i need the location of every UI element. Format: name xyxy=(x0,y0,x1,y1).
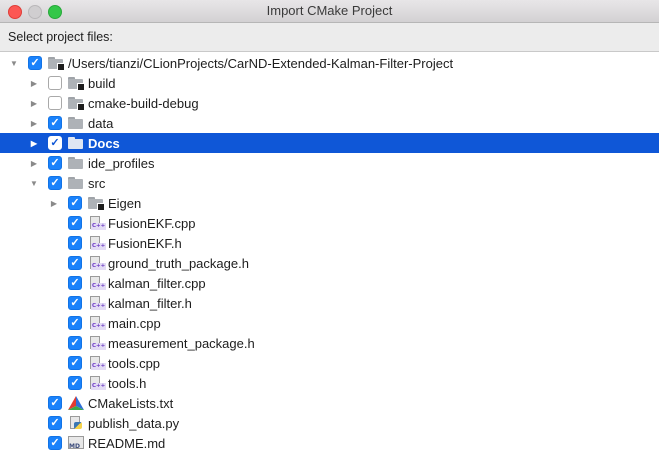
include-checkbox[interactable]: ✓ xyxy=(68,336,82,350)
expand-arrow-icon[interactable]: ▶ xyxy=(28,133,40,153)
include-checkbox[interactable]: ✓ xyxy=(48,176,62,190)
tree-item-label: kalman_filter.cpp xyxy=(108,275,206,291)
tree-item-label: build xyxy=(88,75,116,91)
tree-row[interactable]: ✓ C++ kalman_filter.h xyxy=(0,293,659,313)
expand-arrow-icon[interactable]: ▶ xyxy=(28,73,40,93)
cpp-file-icon: C++ xyxy=(88,216,107,230)
tree-row[interactable]: ▼ ✓ src xyxy=(0,173,659,193)
cpp-file-icon: C++ xyxy=(88,296,107,310)
include-checkbox[interactable]: ✓ xyxy=(68,256,82,270)
folder-linked-icon xyxy=(48,56,65,71)
include-checkbox[interactable]: ✓ xyxy=(48,116,62,130)
project-file-tree[interactable]: ▼ ✓ /Users/tianzi/CLionProjects/CarND-Exte… xyxy=(0,51,659,467)
tree-item-label: /Users/tianzi/CLionProjects/CarND-Extend… xyxy=(68,55,454,71)
folder-icon xyxy=(68,136,84,150)
tree-row[interactable]: ✓ C++ tools.h xyxy=(0,373,659,393)
include-checkbox[interactable]: ✓ xyxy=(68,376,82,390)
include-checkbox[interactable]: ✓ xyxy=(68,316,82,330)
tree-item-label: cmake-build-debug xyxy=(88,95,199,111)
expand-arrow-icon[interactable]: ▶ xyxy=(28,153,40,173)
tree-row[interactable]: ✓ C++ FusionEKF.cpp xyxy=(0,213,659,233)
include-checkbox[interactable]: ✓ xyxy=(68,356,82,370)
tree-item-label: FusionEKF.cpp xyxy=(108,215,196,231)
tree-row[interactable]: ✓ C++ tools.cpp xyxy=(0,353,659,373)
tree-item-label: CMakeLists.txt xyxy=(88,395,174,411)
include-checkbox[interactable]: ✓ xyxy=(68,196,82,210)
tree-row[interactable]: ✓ C++ ground_truth_package.h xyxy=(0,253,659,273)
cmake-icon xyxy=(68,396,84,410)
include-checkbox[interactable]: ✓ xyxy=(28,56,42,70)
tree-row[interactable]: ▼ ✓ /Users/tianzi/CLionProjects/CarND-Exte… xyxy=(0,53,659,73)
tree-row[interactable]: ✓ publish_data.py xyxy=(0,413,659,433)
cpp-file-icon: C++ xyxy=(88,236,107,250)
tree-row[interactable]: ✓ CMakeLists.txt xyxy=(0,393,659,413)
include-checkbox[interactable]: ✓ xyxy=(68,236,82,250)
folder-linked-icon xyxy=(68,76,85,91)
cpp-file-icon: C++ xyxy=(88,256,107,270)
tree-row[interactable]: ▶ ✓ data xyxy=(0,113,659,133)
tree-row[interactable]: ✓ C++ measurement_package.h xyxy=(0,333,659,353)
tree-item-label: ide_profiles xyxy=(88,155,155,171)
tree-row[interactable]: ✓ C++ FusionEKF.h xyxy=(0,233,659,253)
include-checkbox[interactable]: ✓ xyxy=(48,436,62,450)
tree-item-label: README.md xyxy=(88,435,166,451)
collapse-arrow-icon[interactable]: ▼ xyxy=(28,173,40,193)
include-checkbox[interactable]: ✓ xyxy=(68,276,82,290)
tree-row[interactable]: ▶ build xyxy=(0,73,659,93)
tree-row[interactable]: ▶ ✓ Docs xyxy=(0,133,659,153)
tree-row[interactable]: ▶ ✓ Eigen xyxy=(0,193,659,213)
include-checkbox[interactable]: ✓ xyxy=(68,296,82,310)
tree-item-label: main.cpp xyxy=(108,315,161,331)
include-checkbox[interactable]: ✓ xyxy=(48,416,62,430)
cpp-file-icon: C++ xyxy=(88,336,107,350)
expand-arrow-icon[interactable]: ▶ xyxy=(48,193,60,213)
tree-item-label: measurement_package.h xyxy=(108,335,255,351)
select-files-label: Select project files: xyxy=(8,30,113,44)
tree-row[interactable]: ▶ ✓ ide_profiles xyxy=(0,153,659,173)
cpp-file-icon: C++ xyxy=(88,376,107,390)
expand-arrow-icon[interactable]: ▶ xyxy=(28,93,40,113)
tree-item-label: data xyxy=(88,115,114,131)
tree-item-label: publish_data.py xyxy=(88,415,180,431)
tree-item-label: Docs xyxy=(88,135,120,151)
folder-icon xyxy=(68,116,84,130)
tree-item-label: tools.cpp xyxy=(108,355,161,371)
tree-row[interactable]: ✓ C++ kalman_filter.cpp xyxy=(0,273,659,293)
include-checkbox[interactable]: ✓ xyxy=(48,136,62,150)
include-checkbox[interactable]: ✓ xyxy=(68,216,82,230)
tree-row[interactable]: ▶ cmake-build-debug xyxy=(0,93,659,113)
include-checkbox[interactable] xyxy=(48,96,62,110)
folder-linked-icon xyxy=(68,96,85,111)
folder-icon xyxy=(68,176,84,190)
expand-arrow-icon[interactable]: ▶ xyxy=(28,113,40,133)
tree-item-label: src xyxy=(88,175,106,191)
tree-row[interactable]: ✓ MD README.md xyxy=(0,433,659,453)
tree-item-label: Eigen xyxy=(108,195,142,211)
include-checkbox[interactable]: ✓ xyxy=(48,396,62,410)
cpp-file-icon: C++ xyxy=(88,276,107,290)
tree-item-label: kalman_filter.h xyxy=(108,295,192,311)
tree-item-label: FusionEKF.h xyxy=(108,235,182,251)
markdown-file-icon: MD xyxy=(68,436,84,450)
cpp-file-icon: C++ xyxy=(88,356,107,370)
include-checkbox[interactable]: ✓ xyxy=(48,156,62,170)
collapse-arrow-icon[interactable]: ▼ xyxy=(8,53,20,73)
python-file-icon xyxy=(68,416,84,430)
folder-linked-icon xyxy=(88,196,105,211)
tree-row[interactable]: ✓ C++ main.cpp xyxy=(0,313,659,333)
tree-item-label: ground_truth_package.h xyxy=(108,255,249,271)
title-bar: Import CMake Project xyxy=(0,0,659,23)
cpp-file-icon: C++ xyxy=(88,316,107,330)
window-title: Import CMake Project xyxy=(266,3,393,18)
folder-icon xyxy=(68,156,84,170)
include-checkbox[interactable] xyxy=(48,76,62,90)
tree-item-label: tools.h xyxy=(108,375,147,391)
